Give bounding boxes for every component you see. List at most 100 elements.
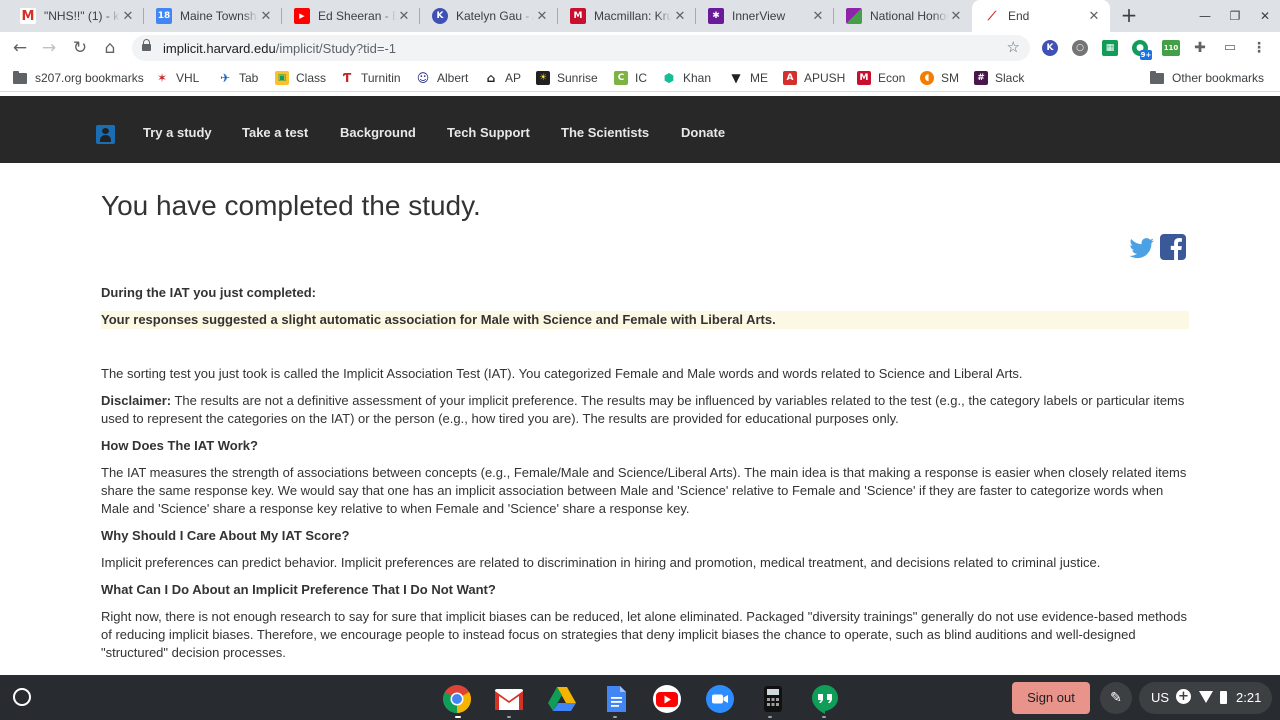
tab-youtube[interactable]: ▶ Ed Sheeran - Bes ✕ (282, 0, 420, 32)
nav-try-a-study[interactable]: Try a study (143, 125, 212, 140)
ic-icon: C (614, 71, 628, 85)
close-icon[interactable]: ✕ (120, 9, 136, 24)
tab-title: Ed Sheeran - Bes (318, 9, 396, 23)
extensions-puzzle-icon[interactable]: ✚ (1192, 40, 1208, 56)
slack-icon: # (974, 71, 988, 85)
forward-icon[interactable]: → (37, 36, 61, 60)
calendar-icon: 18 (156, 8, 172, 24)
stylus-pen-icon[interactable]: ✎ (1100, 682, 1132, 714)
bookmark-tab[interactable]: ✈ Tab (218, 69, 258, 87)
reload-icon[interactable]: ↻ (68, 36, 92, 60)
gmail-icon: M (20, 8, 36, 24)
counter-extension-icon[interactable]: 110 (1162, 40, 1180, 56)
close-icon[interactable]: ✕ (948, 9, 964, 24)
twitter-icon[interactable] (1128, 233, 1156, 261)
youtube-icon[interactable] (652, 684, 682, 714)
sheets-extension-icon[interactable]: ▦ (1102, 40, 1118, 56)
close-icon[interactable]: ✕ (1086, 9, 1102, 24)
sign-out-button[interactable]: Sign out (1012, 682, 1090, 714)
minimize-icon[interactable]: — (1191, 0, 1219, 32)
k-icon: K (432, 8, 448, 24)
heading-why-care: Why Should I Care About My IAT Score? (101, 528, 350, 543)
hangouts-indicator (822, 716, 826, 718)
system-tray[interactable]: US + 2:21 (1139, 682, 1272, 714)
bookmark-label: Econ (878, 71, 906, 85)
menu-icon[interactable]: ⋮ (1251, 40, 1267, 56)
bookmark-apush[interactable]: A APUSH (783, 69, 845, 87)
nav-tech-support[interactable]: Tech Support (447, 125, 530, 140)
bookmark-slack[interactable]: # Slack (974, 69, 1024, 87)
back-icon[interactable]: ← (8, 36, 32, 60)
nav-background[interactable]: Background (340, 125, 416, 140)
battery-icon (1220, 691, 1227, 704)
sm-icon: ◖ (920, 71, 934, 85)
bookmark-ic[interactable]: C IC (614, 69, 647, 87)
extension-badge: 9+ (1140, 50, 1152, 60)
nhs-icon (846, 8, 862, 24)
during-label: During the IAT you just completed: (101, 285, 316, 300)
extension-icon[interactable]: ○ (1072, 40, 1088, 56)
tab-calendar[interactable]: 18 Maine Township ✕ (144, 0, 282, 32)
bookmark-vhl[interactable]: ✶ VHL (155, 69, 199, 87)
nav-take-a-test[interactable]: Take a test (242, 125, 308, 140)
facebook-icon[interactable] (1159, 233, 1187, 261)
heading-how-iat-works: How Does The IAT Work? (101, 438, 258, 453)
google-docs-icon[interactable] (601, 684, 631, 714)
close-icon[interactable]: ✕ (396, 9, 412, 24)
nav-donate[interactable]: Donate (681, 125, 725, 140)
wifi-icon (1199, 691, 1213, 703)
close-icon[interactable]: ✕ (810, 9, 826, 24)
tab-title: End (1008, 9, 1030, 23)
bookmark-me[interactable]: ▼ ME (729, 69, 768, 87)
chrome-icon[interactable] (442, 684, 472, 714)
home-icon[interactable]: ⌂ (98, 36, 122, 60)
bookmark-turnitin[interactable]: Ƭ Turnitin (340, 69, 401, 87)
zoom-icon[interactable] (705, 684, 735, 714)
bookmark-s207[interactable]: s207.org bookmarks (13, 69, 144, 87)
cast-icon[interactable]: ▭ (1222, 40, 1238, 56)
disclaimer-label: Disclaimer: (101, 393, 172, 408)
tab-gmail[interactable]: M "NHS!!" (1) - kgau ✕ (8, 0, 144, 32)
hangouts-icon[interactable] (810, 684, 840, 714)
url-text[interactable]: implicit.harvard.edu/implicit/Study?tid=… (163, 41, 396, 56)
launcher-icon[interactable] (13, 688, 31, 706)
bookmark-class[interactable]: ▣ Class (275, 69, 326, 87)
bookmark-albert[interactable]: ☺ Albert (416, 69, 468, 87)
bookmark-label: AP (505, 71, 522, 85)
bookmark-label: IC (635, 71, 647, 85)
bookmark-econ[interactable]: M Econ (857, 69, 905, 87)
bookmark-label: VHL (176, 71, 200, 85)
address-bar[interactable]: implicit.harvard.edu/implicit/Study?tid=… (132, 35, 1030, 61)
bookmark-sunrise[interactable]: ☀ Sunrise (536, 69, 598, 87)
apush-icon: A (783, 71, 797, 85)
bookmark-khan[interactable]: ⬢ Khan (662, 69, 711, 87)
chrome-active-indicator (455, 716, 461, 718)
tab-katelyn[interactable]: K Katelyn Gau - Al ✕ (420, 0, 558, 32)
result-banner: Your responses suggested a slight automa… (101, 311, 1189, 329)
bookmark-label: Albert (437, 71, 469, 85)
close-icon[interactable]: ✕ (672, 9, 688, 24)
close-icon[interactable]: ✕ (258, 9, 274, 24)
albert-icon: ☺ (416, 71, 430, 85)
window-close-icon[interactable]: ✕ (1251, 0, 1279, 32)
other-bookmarks[interactable]: Other bookmarks (1150, 69, 1264, 87)
k-extension-icon[interactable]: K (1042, 40, 1058, 56)
project-implicit-logo[interactable] (96, 125, 115, 144)
disclaimer-paragraph: Disclaimer: The results are not a defini… (101, 392, 1191, 428)
restore-icon[interactable]: ❐ (1221, 0, 1249, 32)
bookmark-ap[interactable]: ⌂ AP (484, 69, 521, 87)
add-icon: + (1176, 689, 1191, 704)
tab-national-honor[interactable]: National Honor ✕ (834, 0, 972, 32)
close-icon[interactable]: ✕ (534, 9, 550, 24)
nav-the-scientists[interactable]: The Scientists (561, 125, 649, 140)
new-tab-button[interactable]: + (1117, 4, 1141, 28)
calculator-icon[interactable] (758, 684, 788, 714)
tab-innerview[interactable]: ✱ InnerView ✕ (696, 0, 834, 32)
google-drive-icon[interactable] (547, 684, 577, 714)
bookmark-sm[interactable]: ◖ SM (920, 69, 959, 87)
gmail-icon[interactable] (494, 684, 524, 714)
locale-label: US (1151, 690, 1170, 705)
tab-end[interactable]: ⟋ End ✕ (972, 0, 1110, 32)
tab-macmillan[interactable]: M Macmillan: Krug ✕ (558, 0, 696, 32)
bookmark-star-icon[interactable]: ☆ (1007, 38, 1020, 56)
